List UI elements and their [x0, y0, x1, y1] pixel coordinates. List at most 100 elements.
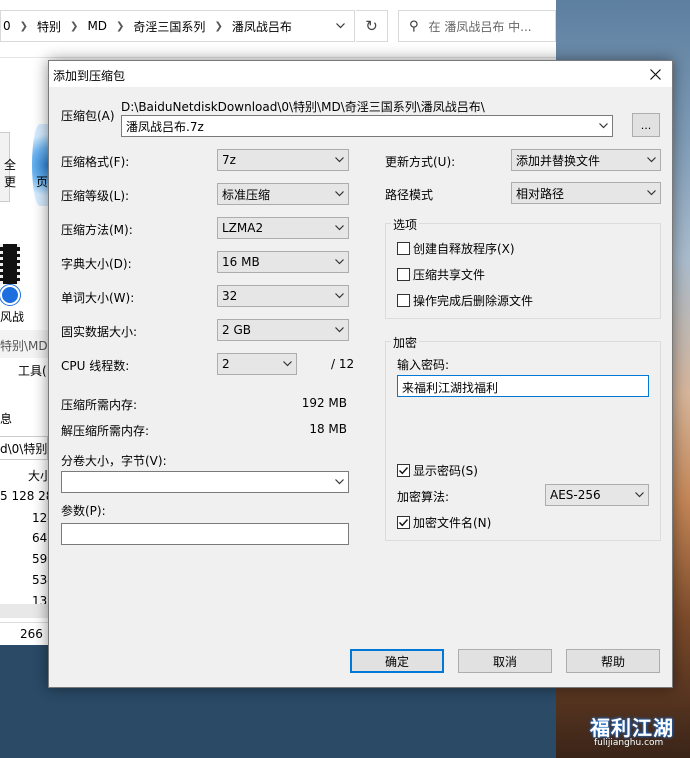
- chevron-down-icon[interactable]: [324, 10, 356, 42]
- mem-compress-value: 192 MB: [301, 396, 347, 410]
- breadcrumb-item[interactable]: MD: [87, 19, 107, 33]
- chevron-right-icon: ❯: [70, 20, 79, 32]
- app-icon: [32, 124, 48, 206]
- checkbox-box: [397, 242, 410, 255]
- archive-name-value: 潘凤战吕布.7z: [126, 119, 204, 134]
- chevron-right-icon: ❯: [214, 20, 223, 32]
- chevron-right-icon: ❯: [116, 20, 125, 32]
- chevron-down-icon: [330, 218, 348, 238]
- ribbon-fragment: 息: [0, 412, 13, 426]
- menu-fragment: 工具(: [18, 364, 47, 378]
- chevron-down-icon: [330, 150, 348, 170]
- password-label: 输入密码:: [397, 358, 450, 372]
- volume-label: 分卷大小，字节(V):: [61, 454, 167, 468]
- checkbox-box: [397, 294, 410, 307]
- chevron-down-icon: [594, 116, 612, 136]
- breadcrumb-item[interactable]: 0: [3, 19, 11, 33]
- cancel-button[interactable]: 取消: [458, 649, 552, 673]
- size-value: 59: [32, 552, 48, 566]
- threads-select[interactable]: 2: [217, 353, 297, 375]
- chevron-down-icon: [642, 183, 660, 203]
- horizontal-scrollbar[interactable]: [0, 604, 48, 618]
- word-value: 32: [222, 289, 238, 303]
- word-select[interactable]: 32: [217, 285, 349, 307]
- sfx-checkbox[interactable]: 创建自释放程序(X): [397, 240, 515, 257]
- method-select[interactable]: LZMA2: [217, 217, 349, 239]
- format-select[interactable]: 7z: [217, 149, 349, 171]
- show-password-label: 显示密码(S): [413, 464, 478, 478]
- refresh-icon[interactable]: ↻: [356, 10, 388, 42]
- breadcrumb[interactable]: 0 ❯ 特别 ❯ MD ❯ 奇淫三国系列 ❯ 潘凤战吕布: [0, 10, 355, 42]
- encrypt-names-checkbox[interactable]: 加密文件名(N): [397, 514, 491, 531]
- breadcrumb-item[interactable]: 特别: [37, 18, 61, 35]
- close-icon: [649, 68, 661, 80]
- help-button[interactable]: 帮助: [566, 649, 660, 673]
- path-mode-label: 路径模式: [385, 188, 434, 202]
- explorer-toolbar: 0 ❯ 特别 ❯ MD ❯ 奇淫三国系列 ❯ 潘凤战吕布 ↻ ⚲ 在 潘凤战吕布 中..…: [0, 0, 556, 58]
- search-input[interactable]: ⚲ 在 潘凤战吕布 中...: [398, 10, 556, 42]
- volume-size-combo[interactable]: [61, 471, 349, 493]
- browse-button[interactable]: ...: [632, 113, 660, 137]
- chevron-down-icon: [330, 472, 348, 492]
- checkbox-box: [397, 464, 410, 477]
- shared-files-label: 压缩共享文件: [413, 268, 486, 282]
- level-label: 压缩等级(L):: [61, 189, 130, 203]
- ok-button[interactable]: 确定: [350, 649, 444, 673]
- chevron-down-icon: [630, 485, 648, 505]
- word-label: 单词大小(W):: [61, 291, 135, 305]
- threads-max: / 12: [331, 357, 355, 371]
- dialog-titlebar: 添加到压缩包: [49, 61, 672, 87]
- encrypt-names-label: 加密文件名(N): [413, 516, 492, 530]
- update-mode-label: 更新方式(U):: [385, 155, 456, 169]
- format-value: 7z: [222, 153, 236, 167]
- watermark-url: fulijianghu.com: [594, 738, 664, 748]
- mem-decompress-label: 解压缩所需内存:: [61, 424, 150, 438]
- show-password-checkbox[interactable]: 显示密码(S): [397, 462, 478, 479]
- sfx-label: 创建自释放程序(X): [413, 242, 515, 256]
- checkmark-icon: [399, 519, 409, 527]
- solid-label: 固实数据大小:: [61, 325, 138, 339]
- chevron-down-icon: [642, 150, 660, 170]
- encryption-group-title: 加密: [391, 334, 420, 351]
- chevron-down-icon: [330, 252, 348, 272]
- password-input[interactable]: 来福利江湖找福利: [397, 375, 649, 397]
- threads-value: 2: [222, 357, 230, 371]
- params-label: 参数(P):: [61, 504, 106, 518]
- params-input[interactable]: [61, 523, 349, 545]
- video-badge-icon: [0, 285, 20, 305]
- options-group-title: 选项: [391, 216, 420, 233]
- algorithm-select[interactable]: AES-256: [545, 484, 649, 506]
- close-button[interactable]: [638, 61, 672, 87]
- dict-select[interactable]: 16 MB: [217, 251, 349, 273]
- search-placeholder: 在 潘凤战吕布 中...: [428, 19, 532, 34]
- chevron-down-icon: [278, 354, 296, 374]
- update-mode-value: 添加并替换文件: [516, 153, 601, 168]
- algorithm-value: AES-256: [550, 488, 601, 502]
- breadcrumb-item[interactable]: 奇淫三国系列: [133, 18, 205, 35]
- solid-select[interactable]: 2 GB: [217, 319, 349, 341]
- method-label: 压缩方法(M):: [61, 223, 133, 237]
- format-label: 压缩格式(F):: [61, 155, 130, 169]
- level-select[interactable]: 标准压缩: [217, 183, 349, 205]
- search-icon: ⚲: [409, 18, 419, 34]
- video-icon: [0, 244, 20, 284]
- shared-files-checkbox[interactable]: 压缩共享文件: [397, 266, 485, 283]
- watermark-logo: 福利江湖: [590, 716, 674, 740]
- threads-label: CPU 线程数:: [61, 359, 130, 373]
- checkbox-box: [397, 516, 410, 529]
- address-fragment: d\0\特别: [0, 442, 48, 456]
- breadcrumb-item[interactable]: 潘凤战吕布: [232, 18, 292, 35]
- file-label: 更: [4, 175, 17, 189]
- level-value: 标准压缩: [222, 187, 271, 202]
- algorithm-label: 加密算法:: [397, 490, 450, 504]
- checkmark-icon: [399, 467, 409, 475]
- path-mode-select[interactable]: 相对路径: [511, 182, 661, 204]
- file-label: 全: [4, 158, 17, 172]
- path-mode-value: 相对路径: [516, 186, 565, 201]
- archive-name-combo[interactable]: 潘凤战吕布.7z: [121, 115, 613, 137]
- solid-value: 2 GB: [222, 323, 251, 337]
- delete-after-checkbox[interactable]: 操作完成后删除源文件: [397, 292, 533, 309]
- window-title-fragment: 特别\MD: [0, 339, 48, 353]
- update-mode-select[interactable]: 添加并替换文件: [511, 149, 661, 171]
- add-to-archive-dialog: 添加到压缩包 压缩包(A) D:\BaiduNetdiskDownload\0\…: [48, 60, 673, 688]
